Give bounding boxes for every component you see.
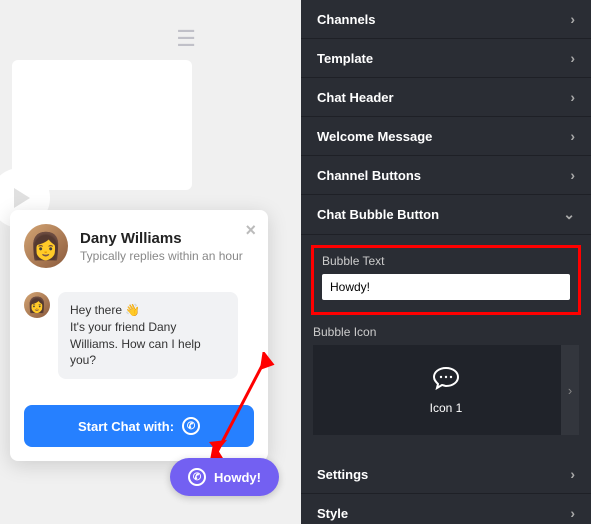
agent-name: Dany Williams (80, 230, 243, 247)
accordion-settings[interactable]: Settings › (301, 455, 591, 494)
accordion-chat-header[interactable]: Chat Header › (301, 78, 591, 117)
viber-icon: ✆ (188, 468, 206, 486)
bubble-text-highlight: Bubble Text (311, 245, 581, 315)
accordion-label: Style (317, 506, 348, 521)
chevron-right-icon: › (568, 383, 572, 398)
icon-selector[interactable]: Icon 1 › (313, 345, 579, 435)
preview-pane: ☰ × 👩 Dany Williams Typically replies wi… (0, 0, 301, 524)
close-icon[interactable]: × (245, 220, 256, 241)
icon-caption: Icon 1 (430, 401, 463, 415)
greeting-line-1: Hey there 👋 (70, 302, 226, 319)
start-chat-label: Start Chat with: (78, 419, 174, 434)
accordion-label: Channels (317, 12, 376, 27)
viber-icon: ✆ (182, 417, 200, 435)
chat-header: 👩 Dany Williams Typically replies within… (24, 224, 254, 268)
accordion-channels[interactable]: Channels › (301, 0, 591, 39)
message-row: 👩 Hey there 👋 It's your friend Dany Will… (24, 292, 254, 379)
bubble-text: Howdy! (214, 470, 261, 485)
chat-bubble-button[interactable]: ✆ Howdy! (170, 458, 279, 496)
bubble-text-input[interactable] (322, 274, 570, 300)
bubble-section: Bubble Text Bubble Icon Icon 1 › (301, 235, 591, 445)
reply-time: Typically replies within an hour (80, 249, 243, 263)
chevron-right-icon: › (570, 167, 575, 183)
hamburger-icon[interactable]: ☰ (176, 26, 196, 52)
accordion-chat-bubble-button[interactable]: Chat Bubble Button ⌄ (301, 195, 591, 235)
settings-panel: Channels › Template › Chat Header › Welcome… (301, 0, 591, 524)
icon-next-button[interactable]: › (561, 345, 579, 435)
avatar-small: 👩 (24, 292, 50, 318)
avatar: 👩 (24, 224, 68, 268)
play-icon (14, 188, 30, 208)
greeting-line-2: It's your friend Dany Williams. How can … (70, 319, 226, 369)
chevron-down-icon: ⌄ (563, 206, 575, 223)
message-bubble: Hey there 👋 It's your friend Dany Willia… (58, 292, 238, 379)
accordion-label: Channel Buttons (317, 168, 421, 183)
accordion-style[interactable]: Style › (301, 494, 591, 524)
accordion-label: Chat Bubble Button (317, 207, 439, 222)
background-card (12, 60, 192, 190)
chat-widget: × 👩 Dany Williams Typically replies with… (10, 210, 268, 461)
chat-dots-icon (432, 366, 460, 390)
bubble-icon-section: Bubble Icon Icon 1 › (313, 325, 579, 435)
accordion-label: Template (317, 51, 373, 66)
chevron-right-icon: › (570, 89, 575, 105)
bubble-icon-label: Bubble Icon (313, 325, 579, 339)
chevron-right-icon: › (570, 128, 575, 144)
start-chat-button[interactable]: Start Chat with: ✆ (24, 405, 254, 447)
chevron-right-icon: › (570, 50, 575, 66)
accordion-label: Settings (317, 467, 368, 482)
bubble-text-label: Bubble Text (322, 254, 570, 268)
accordion-template[interactable]: Template › (301, 39, 591, 78)
accordion-label: Chat Header (317, 90, 394, 105)
chevron-right-icon: › (570, 505, 575, 521)
chevron-right-icon: › (570, 11, 575, 27)
accordion-label: Welcome Message (317, 129, 432, 144)
accordion-welcome-message[interactable]: Welcome Message › (301, 117, 591, 156)
chevron-right-icon: › (570, 466, 575, 482)
accordion-channel-buttons[interactable]: Channel Buttons › (301, 156, 591, 195)
